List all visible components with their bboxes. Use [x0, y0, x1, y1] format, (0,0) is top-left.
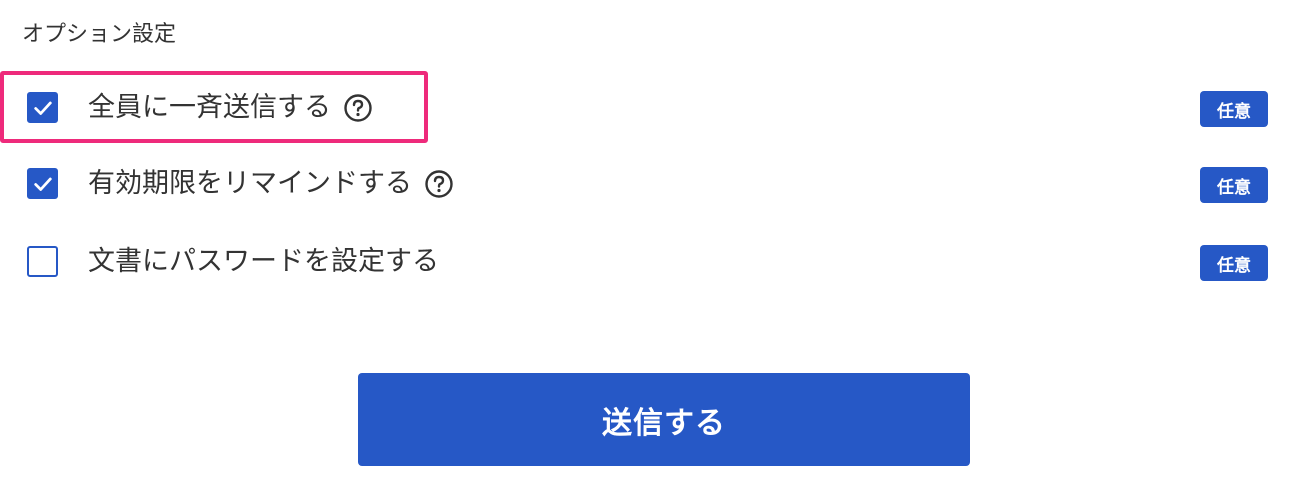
check-icon: [33, 177, 52, 191]
check-icon: [33, 101, 52, 115]
document-password-checkbox[interactable]: [27, 246, 58, 277]
optional-badge: 任意: [1200, 245, 1268, 281]
section-title: オプション設定: [22, 22, 177, 47]
broadcast-label: 全員に一斉送信する: [88, 92, 331, 123]
option-row-remind-expiry[interactable]: 有効期限をリマインドする 任意: [0, 154, 1300, 214]
optional-badge: 任意: [1200, 167, 1268, 203]
option-row-broadcast[interactable]: 全員に一斉送信する 任意: [0, 78, 1300, 138]
broadcast-checkbox[interactable]: [27, 92, 58, 123]
question-circle-icon[interactable]: [424, 169, 454, 199]
question-circle-icon[interactable]: [343, 93, 373, 123]
remind-expiry-label: 有効期限をリマインドする: [88, 168, 412, 199]
option-settings-panel: オプション設定 全員に一斉送信する 任意 有効期限をリマインドする 任意 文書に…: [0, 0, 1300, 488]
submit-button[interactable]: 送信する: [358, 373, 970, 466]
document-password-label: 文書にパスワードを設定する: [88, 246, 439, 277]
option-row-document-password[interactable]: 文書にパスワードを設定する 任意: [0, 232, 1300, 292]
remind-expiry-checkbox[interactable]: [27, 168, 58, 199]
optional-badge: 任意: [1200, 91, 1268, 127]
